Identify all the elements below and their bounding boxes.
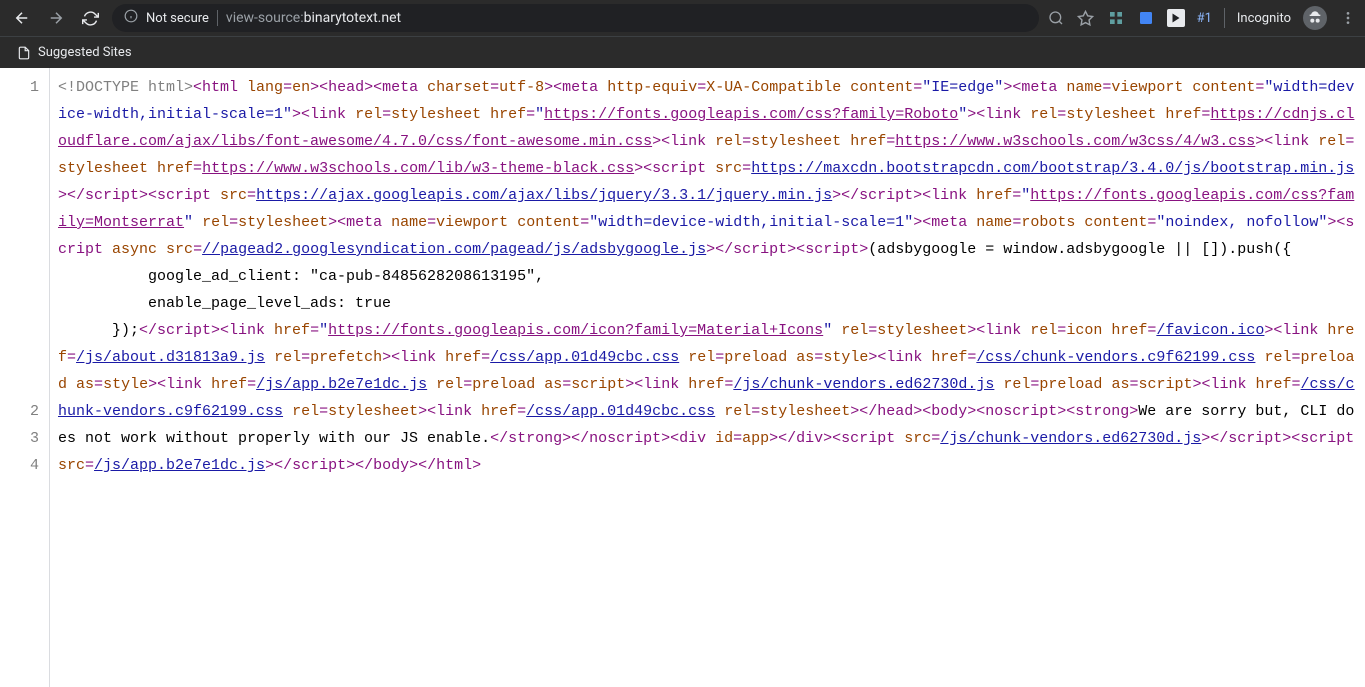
script-line-3: enable_page_level_ads: true <box>58 295 391 312</box>
link-appjs[interactable]: /js/app.b2e7e1dc.js <box>256 376 427 393</box>
browser-toolbar: Not secure view-source:binarytotext.net … <box>0 0 1365 36</box>
incognito-icon[interactable] <box>1303 6 1327 30</box>
link-materialicons[interactable]: https://fonts.googleapis.com/icon?family… <box>328 322 823 339</box>
menu-icon[interactable] <box>1339 9 1357 27</box>
bookmarks-bar: Suggested Sites <box>0 36 1365 68</box>
zoom-icon[interactable] <box>1047 9 1065 27</box>
incognito-label: Incognito <box>1237 11 1291 26</box>
browser-chrome: Not secure view-source:binarytotext.net … <box>0 0 1365 68</box>
extension-icon-2[interactable] <box>1137 9 1155 27</box>
link-chunkvendorsjs[interactable]: /js/chunk-vendors.ed62730d.js <box>733 376 994 393</box>
line-number-gutter: 1 2 3 4 <box>0 68 50 687</box>
link-appcss[interactable]: /css/app.01d49cbc.css <box>490 349 679 366</box>
bookmark-label: Suggested Sites <box>38 45 132 60</box>
link-favicon[interactable]: /favicon.ico <box>1156 322 1264 339</box>
link-aboutjs[interactable]: /js/about.d31813a9.js <box>76 349 265 366</box>
link-appcss2[interactable]: /css/app.01d49cbc.css <box>526 403 715 420</box>
security-status: Not secure <box>146 11 209 26</box>
link-chunkvendorsjs2[interactable]: /js/chunk-vendors.ed62730d.js <box>940 430 1201 447</box>
extension-badge[interactable] <box>1167 9 1185 27</box>
link-appjs2[interactable]: /js/app.b2e7e1dc.js <box>94 457 265 474</box>
url-text: view-source:binarytotext.net <box>226 10 401 26</box>
extension-icon-1[interactable] <box>1107 9 1125 27</box>
link-jquery[interactable]: https://ajax.googleapis.com/ajax/libs/jq… <box>256 187 832 204</box>
source-view: 1 2 3 4 <!DOCTYPE html><html lang=en><he… <box>0 68 1365 687</box>
doctype-declaration: <!DOCTYPE html> <box>58 79 193 96</box>
page-icon <box>16 45 32 61</box>
line-number: 1 <box>0 74 39 101</box>
link-bootstrap[interactable]: https://maxcdn.bootstrapcdn.com/bootstra… <box>751 160 1354 177</box>
forward-button[interactable] <box>42 4 70 32</box>
address-bar[interactable]: Not secure view-source:binarytotext.net <box>112 4 1039 32</box>
link-w3theme[interactable]: https://www.w3schools.com/lib/w3-theme-b… <box>202 160 634 177</box>
back-button[interactable] <box>8 4 36 32</box>
tab-count-badge: #1 <box>1197 11 1212 26</box>
line-number: 2 <box>0 398 39 425</box>
link-roboto[interactable]: https://fonts.googleapis.com/css?family=… <box>544 106 958 123</box>
link-adsbygoogle[interactable]: //pagead2.googlesyndication.com/pagead/j… <box>202 241 706 258</box>
reload-button[interactable] <box>76 4 104 32</box>
bookmark-suggested-sites[interactable]: Suggested Sites <box>8 41 140 65</box>
nav-buttons <box>8 4 104 32</box>
line-number: 3 <box>0 425 39 452</box>
toolbar-divider <box>1224 8 1225 28</box>
source-code-content[interactable]: <!DOCTYPE html><html lang=en><head><meta… <box>50 68 1365 687</box>
info-icon <box>124 9 138 27</box>
link-w3css[interactable]: https://www.w3schools.com/w3css/4/w3.css <box>895 133 1255 150</box>
toolbar-right: #1 Incognito <box>1047 6 1357 30</box>
line-number: 4 <box>0 452 39 479</box>
link-chunkvendorscss[interactable]: /css/chunk-vendors.c9f62199.css <box>976 349 1255 366</box>
script-line-2: google_ad_client: "ca-pub-84856282086131… <box>58 268 544 285</box>
script-line-4: }); <box>58 322 139 339</box>
address-divider <box>217 10 218 26</box>
star-icon[interactable] <box>1077 9 1095 27</box>
